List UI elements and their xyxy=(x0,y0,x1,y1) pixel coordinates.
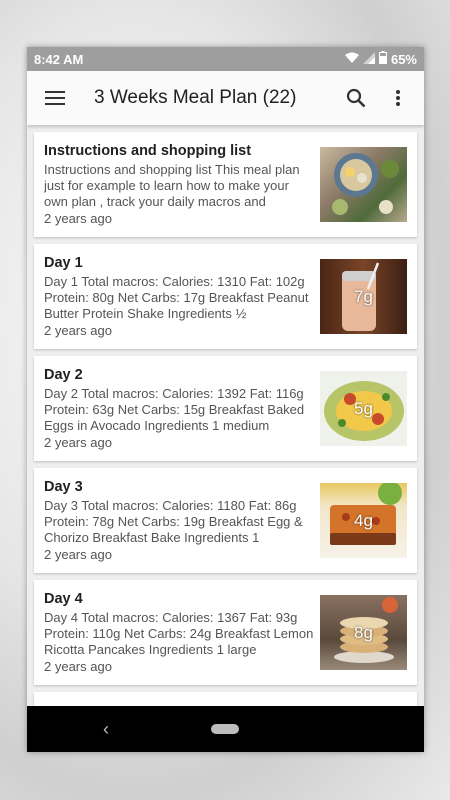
app-bar: 3 Weeks Meal Plan (22) xyxy=(27,71,424,125)
net-carbs-label: 7g xyxy=(354,286,373,306)
search-icon[interactable] xyxy=(342,84,370,112)
net-carbs-label: 4g xyxy=(354,510,373,530)
home-pill-icon[interactable] xyxy=(211,724,239,734)
item-description: Day 4 Total macros: Calories: 1367 Fat: … xyxy=(44,610,314,657)
phone-screen: 8:42 AM 65% 3 Weeks Meal Plan (22) Instr… xyxy=(27,47,424,752)
item-timestamp: 2 years ago xyxy=(44,659,112,674)
item-thumbnail: 5g xyxy=(320,371,407,446)
net-carbs-label: 8g xyxy=(354,622,373,642)
item-thumbnail: 4g xyxy=(320,483,407,558)
list-item[interactable]: Day 3 Day 3 Total macros: Calories: 1180… xyxy=(34,468,417,573)
item-title: Instructions and shopping list xyxy=(44,143,252,159)
item-thumbnail: 8g xyxy=(320,595,407,670)
item-description: Day 1 Total macros: Calories: 1310 Fat: … xyxy=(44,274,309,321)
status-time: 8:42 AM xyxy=(34,51,84,67)
wifi-icon xyxy=(344,52,359,67)
item-thumbnail xyxy=(320,147,407,222)
list-item[interactable]: Day 1 Day 1 Total macros: Calories: 1310… xyxy=(34,244,417,349)
list-item[interactable]: Instructions and shopping list Instructi… xyxy=(34,132,417,237)
item-title: Day 1 xyxy=(44,255,83,271)
item-title: Day 2 xyxy=(44,367,83,383)
item-title: Day 3 xyxy=(44,479,83,495)
item-description: Day 2 Total macros: Calories: 1392 Fat: … xyxy=(44,386,305,433)
net-carbs-label: 5g xyxy=(354,398,373,418)
item-timestamp: 2 years ago xyxy=(44,211,112,226)
status-bar: 8:42 AM 65% xyxy=(27,47,424,71)
item-timestamp: 2 years ago xyxy=(44,435,112,450)
battery-icon xyxy=(378,51,387,67)
battery-percent: 65% xyxy=(390,51,417,67)
more-vert-icon[interactable] xyxy=(384,84,412,112)
item-thumbnail: 7g xyxy=(320,259,407,334)
item-timestamp: 2 years ago xyxy=(44,323,112,338)
item-timestamp: 2 years ago xyxy=(44,547,112,562)
meal-plan-list: Instructions and shopping list Instructi… xyxy=(27,125,424,722)
item-title: Day 4 xyxy=(44,591,83,607)
system-nav-bar: ‹ xyxy=(27,706,424,752)
menu-icon[interactable] xyxy=(41,84,69,112)
item-description: Day 3 Total macros: Calories: 1180 Fat: … xyxy=(44,498,303,545)
item-description: Instructions and shopping list This meal… xyxy=(44,162,300,209)
back-icon[interactable]: ‹ xyxy=(103,719,109,740)
list-item[interactable]: Day 2 Day 2 Total macros: Calories: 1392… xyxy=(34,356,417,461)
signal-icon xyxy=(362,51,375,67)
list-item[interactable]: Day 4 Day 4 Total macros: Calories: 1367… xyxy=(34,580,417,685)
page-title: 3 Weeks Meal Plan (22) xyxy=(94,87,297,108)
